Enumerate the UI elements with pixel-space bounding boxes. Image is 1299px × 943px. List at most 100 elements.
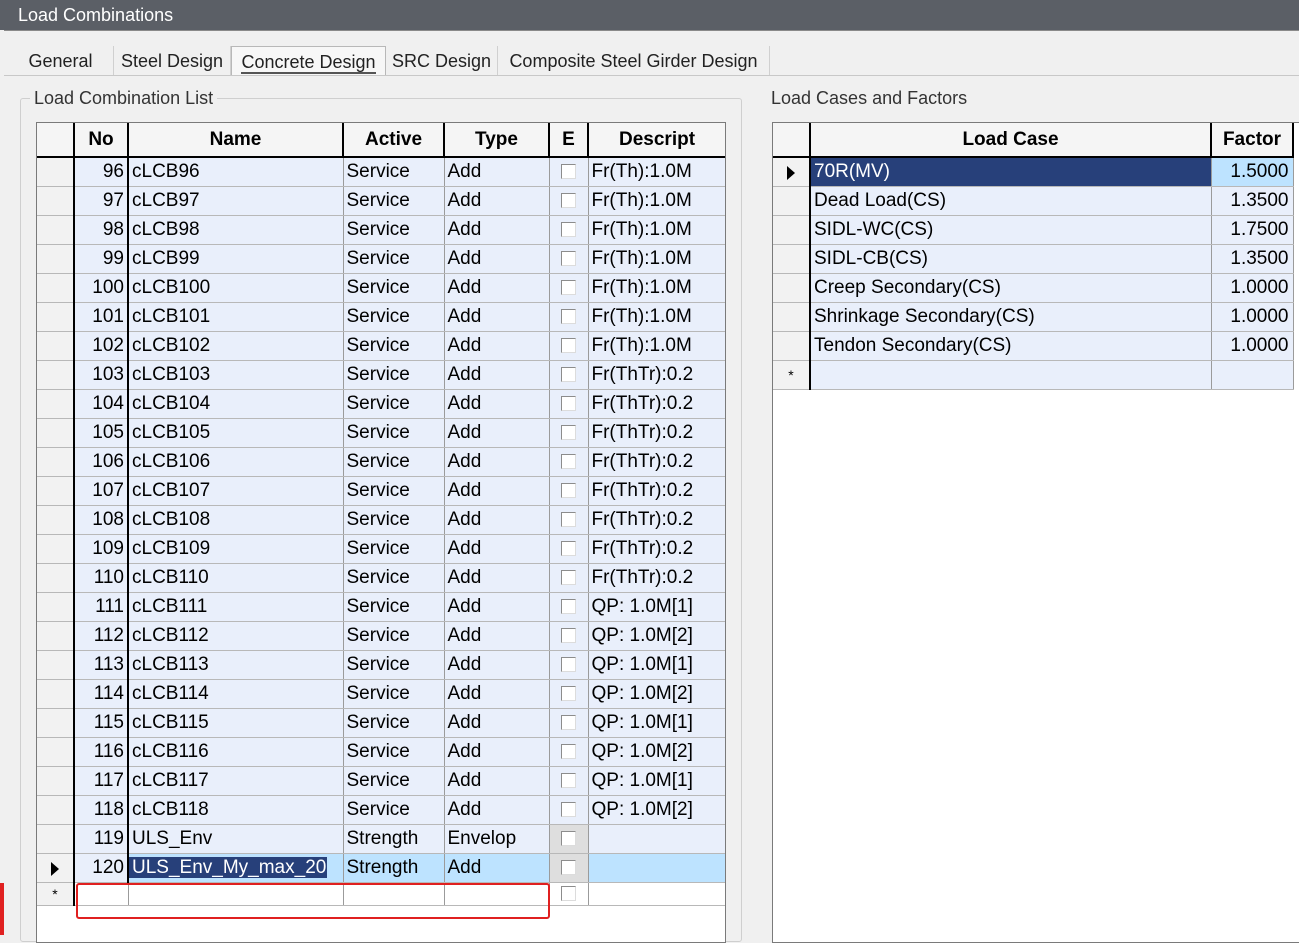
- cell-type[interactable]: Add: [444, 389, 550, 419]
- cell-no[interactable]: 117: [74, 766, 129, 796]
- cell-load-case[interactable]: SIDL-WC(CS): [810, 215, 1212, 245]
- cell-type[interactable]: Add: [444, 157, 550, 187]
- cell-type[interactable]: Add: [444, 795, 550, 825]
- tab-composite-steel-girder-design[interactable]: Composite Steel Girder Design: [498, 46, 770, 76]
- table-row[interactable]: 108 cLCB108 Service Add Fr(ThTr):0.2: [37, 505, 725, 535]
- cell-no[interactable]: 107: [74, 476, 129, 506]
- cell-load-case[interactable]: Creep Secondary(CS): [810, 273, 1212, 303]
- table-row[interactable]: 120 ULS_Env_My_max_20 Strength Add: [37, 853, 725, 883]
- cell-description[interactable]: Fr(Th):1.0M: [588, 331, 725, 361]
- table-row[interactable]: 115 cLCB115 Service Add QP: 1.0M[1]: [37, 708, 725, 738]
- cases-grid[interactable]: Load Case Factor 70R(MV) 1.5000 Dead Load(…: [772, 122, 1299, 943]
- envelope-checkbox[interactable]: [561, 453, 576, 469]
- row-selector[interactable]: [773, 215, 811, 245]
- cell-name[interactable]: cLCB111: [128, 592, 344, 622]
- col-header-load-case[interactable]: Load Case: [810, 123, 1212, 158]
- cell-factor[interactable]: 1.3500: [1211, 186, 1294, 216]
- tab-src-design[interactable]: SRC Design: [386, 46, 498, 76]
- cell-name[interactable]: cLCB105: [128, 418, 344, 448]
- cell-type[interactable]: Add: [444, 534, 550, 564]
- cell-active[interactable]: Service: [343, 505, 445, 535]
- cell-no[interactable]: 113: [74, 650, 129, 680]
- row-selector[interactable]: [773, 331, 811, 361]
- envelope-checkbox[interactable]: [561, 308, 576, 324]
- cell-load-case[interactable]: Dead Load(CS): [810, 186, 1212, 216]
- row-selector[interactable]: [37, 766, 75, 796]
- cell-active[interactable]: Service: [343, 273, 445, 303]
- cell-active[interactable]: Service: [343, 534, 445, 564]
- tab-steel-design[interactable]: Steel Design: [114, 46, 231, 76]
- cell-description[interactable]: [588, 824, 725, 854]
- cell-type[interactable]: Add: [444, 331, 550, 361]
- table-row[interactable]: 118 cLCB118 Service Add QP: 1.0M[2]: [37, 795, 725, 825]
- cell-factor[interactable]: 1.3500: [1211, 244, 1294, 274]
- envelope-checkbox[interactable]: [561, 164, 576, 180]
- row-selector[interactable]: [37, 708, 75, 738]
- envelope-checkbox[interactable]: [561, 801, 576, 817]
- row-selector[interactable]: [37, 186, 75, 216]
- cell-type[interactable]: Add: [444, 563, 550, 593]
- envelope-checkbox[interactable]: [561, 772, 576, 788]
- cell-type[interactable]: Add: [444, 186, 550, 216]
- envelope-checkbox[interactable]: [561, 656, 576, 672]
- cell-description[interactable]: Fr(ThTr):0.2: [588, 534, 725, 564]
- cell-active[interactable]: Service: [343, 389, 445, 419]
- cell-name[interactable]: cLCB110: [128, 563, 344, 593]
- table-row[interactable]: 98 cLCB98 Service Add Fr(Th):1.0M: [37, 215, 725, 245]
- cell-name[interactable]: ULS_Env: [128, 824, 344, 854]
- table-row[interactable]: 104 cLCB104 Service Add Fr(ThTr):0.2: [37, 389, 725, 419]
- cell-type[interactable]: Add: [444, 766, 550, 796]
- cell-name[interactable]: cLCB99: [128, 244, 344, 274]
- col-header-active[interactable]: Active: [343, 123, 445, 158]
- row-selector[interactable]: [37, 534, 75, 564]
- cell-active[interactable]: Service: [343, 621, 445, 651]
- case-row[interactable]: SIDL-CB(CS) 1.3500: [773, 244, 1294, 274]
- envelope-checkbox[interactable]: [561, 221, 576, 237]
- cell-active[interactable]: Service: [343, 331, 445, 361]
- table-row[interactable]: 111 cLCB111 Service Add QP: 1.0M[1]: [37, 592, 725, 622]
- cell-no[interactable]: 112: [74, 621, 129, 651]
- combo-grid[interactable]: No Name Active Type E Descript 96 cLCB96 S…: [36, 122, 726, 943]
- cell-no[interactable]: 101: [74, 302, 129, 332]
- row-selector[interactable]: [773, 273, 811, 303]
- table-row[interactable]: 110 cLCB110 Service Add Fr(ThTr):0.2: [37, 563, 725, 593]
- cell-description[interactable]: QP: 1.0M[1]: [588, 650, 725, 680]
- row-selector[interactable]: [37, 621, 75, 651]
- cell-active[interactable]: Service: [343, 766, 445, 796]
- cell-description[interactable]: Fr(ThTr):0.2: [588, 389, 725, 419]
- empty-cell[interactable]: [1211, 360, 1294, 390]
- cell-name[interactable]: cLCB106: [128, 447, 344, 477]
- cell-active[interactable]: Service: [343, 215, 445, 245]
- envelope-checkbox[interactable]: [561, 685, 576, 701]
- cell-description[interactable]: Fr(ThTr):0.2: [588, 563, 725, 593]
- cell-type[interactable]: Add: [444, 853, 550, 883]
- envelope-checkbox[interactable]: [561, 337, 576, 353]
- cell-description[interactable]: Fr(ThTr):0.2: [588, 505, 725, 535]
- envelope-checkbox[interactable]: [561, 598, 576, 614]
- new-case-row[interactable]: *: [773, 360, 1294, 390]
- table-row[interactable]: 107 cLCB107 Service Add Fr(ThTr):0.2: [37, 476, 725, 506]
- row-selector[interactable]: [773, 302, 811, 332]
- row-selector[interactable]: [37, 244, 75, 274]
- col-header-type[interactable]: Type: [444, 123, 550, 158]
- cell-description[interactable]: QP: 1.0M[1]: [588, 708, 725, 738]
- cell-type[interactable]: Add: [444, 215, 550, 245]
- cell-type[interactable]: Envelop: [444, 824, 550, 854]
- table-row[interactable]: 101 cLCB101 Service Add Fr(Th):1.0M: [37, 302, 725, 332]
- cell-name[interactable]: cLCB118: [128, 795, 344, 825]
- envelope-checkbox[interactable]: [561, 540, 576, 556]
- row-selector[interactable]: [37, 505, 75, 535]
- table-row[interactable]: 119 ULS_Env Strength Envelop: [37, 824, 725, 854]
- row-selector[interactable]: [37, 447, 75, 477]
- row-selector[interactable]: [37, 418, 75, 448]
- cell-no[interactable]: 104: [74, 389, 129, 419]
- row-selector[interactable]: [37, 331, 75, 361]
- row-selector[interactable]: [37, 795, 75, 825]
- cell-load-case[interactable]: Shrinkage Secondary(CS): [810, 302, 1212, 332]
- cell-type[interactable]: Add: [444, 679, 550, 709]
- cell-active[interactable]: Strength: [343, 824, 445, 854]
- row-selector[interactable]: [37, 360, 75, 390]
- cell-name[interactable]: ULS_Env_My_max_20: [128, 853, 344, 883]
- cell-name[interactable]: cLCB97: [128, 186, 344, 216]
- table-row[interactable]: 112 cLCB112 Service Add QP: 1.0M[2]: [37, 621, 725, 651]
